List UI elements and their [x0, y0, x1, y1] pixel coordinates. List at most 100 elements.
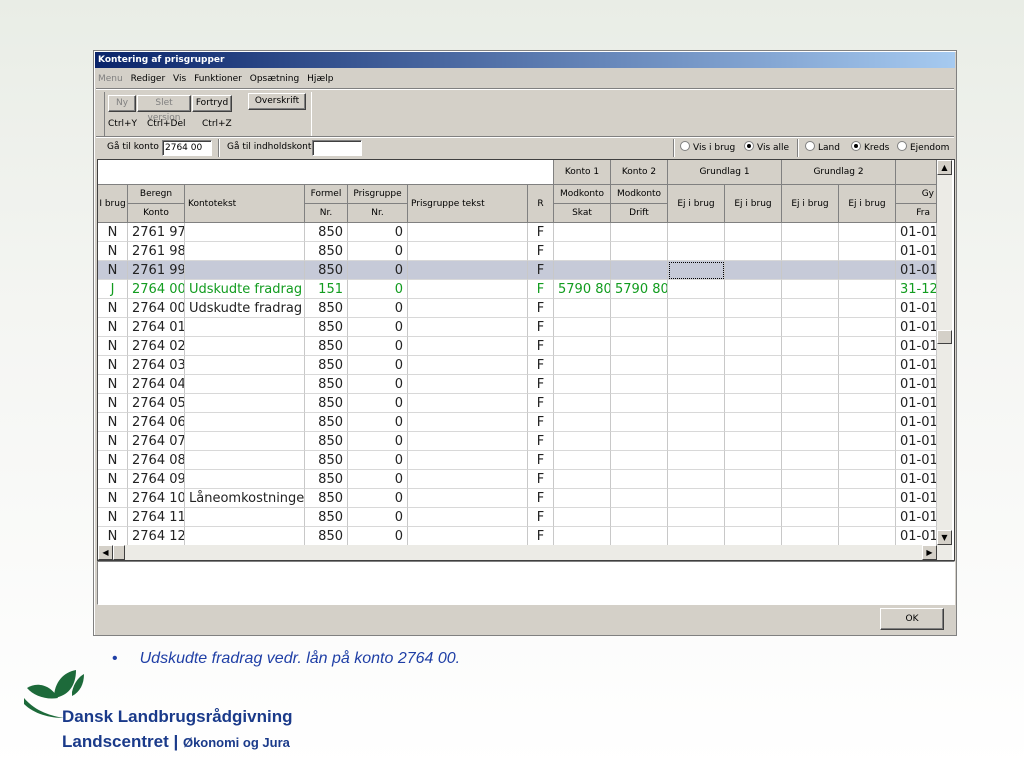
table-cell[interactable]: [839, 527, 896, 546]
table-cell[interactable]: [611, 318, 668, 337]
table-cell[interactable]: [782, 470, 839, 489]
table-cell[interactable]: 850: [305, 375, 348, 394]
table-cell[interactable]: N: [98, 242, 128, 261]
table-cell[interactable]: [185, 223, 305, 242]
fortryd-button[interactable]: Fortryd: [192, 95, 232, 112]
table-cell[interactable]: [782, 413, 839, 432]
table-cell[interactable]: [554, 451, 611, 470]
table-cell[interactable]: 2761 99: [128, 261, 185, 280]
table-cell[interactable]: 2764 02: [128, 337, 185, 356]
table-row[interactable]: N2764 10Låneomkostninger E8500 F 01-01-!: [98, 489, 937, 508]
table-cell[interactable]: N: [98, 470, 128, 489]
kontering-grid[interactable]: Konto 1 Konto 2 Grundlag 1 Grundlag 2 I …: [97, 159, 955, 561]
table-cell[interactable]: F: [528, 261, 554, 280]
horizontal-scrollbar[interactable]: ◀ ▶: [98, 545, 952, 560]
table-cell[interactable]: N: [98, 508, 128, 527]
table-cell[interactable]: 850: [305, 223, 348, 242]
table-cell[interactable]: [185, 337, 305, 356]
vis-i-brug-radio[interactable]: Vis i brug: [680, 141, 735, 155]
table-cell[interactable]: N: [98, 223, 128, 242]
table-cell[interactable]: [554, 337, 611, 356]
table-cell[interactable]: 5790 80: [611, 280, 668, 299]
table-cell[interactable]: 0: [348, 299, 408, 318]
table-cell[interactable]: [408, 318, 528, 337]
table-cell[interactable]: 01-01-!: [896, 223, 937, 242]
table-cell[interactable]: 01-01-!: [896, 299, 937, 318]
header-ej-i-brug-4[interactable]: Ej i brug: [839, 185, 896, 223]
table-cell[interactable]: [782, 394, 839, 413]
table-cell[interactable]: [782, 261, 839, 280]
table-cell[interactable]: 2764 05: [128, 394, 185, 413]
table-cell[interactable]: 01-01-!: [896, 356, 937, 375]
table-row[interactable]: N2764 12 8500 F 01-01-!: [98, 527, 937, 546]
table-cell[interactable]: 01-01-!: [896, 318, 937, 337]
goto-indhold-input[interactable]: [312, 140, 362, 156]
table-cell[interactable]: [839, 242, 896, 261]
table-cell[interactable]: [725, 413, 782, 432]
table-cell[interactable]: 0: [348, 432, 408, 451]
table-cell[interactable]: [611, 375, 668, 394]
table-cell[interactable]: [408, 432, 528, 451]
table-cell[interactable]: [408, 356, 528, 375]
table-cell[interactable]: [611, 451, 668, 470]
table-row[interactable]: N2764 04 8500 F 01-01-!: [98, 375, 937, 394]
header-ej-i-brug-1[interactable]: Ej i brug: [668, 185, 725, 223]
table-cell[interactable]: [554, 489, 611, 508]
table-cell[interactable]: [554, 356, 611, 375]
header-beregn[interactable]: Beregn: [128, 185, 185, 204]
table-cell[interactable]: [554, 413, 611, 432]
table-cell[interactable]: 850: [305, 261, 348, 280]
table-cell[interactable]: [782, 318, 839, 337]
table-cell[interactable]: 2764 07: [128, 432, 185, 451]
table-cell[interactable]: 2764 00: [128, 280, 185, 299]
scroll-right-icon[interactable]: ▶: [922, 545, 937, 560]
table-cell[interactable]: [725, 527, 782, 546]
table-cell[interactable]: [782, 337, 839, 356]
table-cell[interactable]: 0: [348, 527, 408, 546]
table-cell[interactable]: [725, 489, 782, 508]
table-cell[interactable]: [611, 242, 668, 261]
table-cell[interactable]: [408, 527, 528, 546]
table-cell[interactable]: F: [528, 432, 554, 451]
table-cell[interactable]: [725, 394, 782, 413]
table-cell[interactable]: [554, 527, 611, 546]
ejendom-radio[interactable]: Ejendom: [897, 141, 949, 155]
table-cell[interactable]: 0: [348, 280, 408, 299]
table-cell[interactable]: 5790 80: [554, 280, 611, 299]
table-cell[interactable]: N: [98, 318, 128, 337]
ok-button[interactable]: OK: [880, 608, 944, 630]
table-cell[interactable]: 850: [305, 508, 348, 527]
table-cell[interactable]: N: [98, 527, 128, 546]
table-cell[interactable]: 0: [348, 413, 408, 432]
table-cell[interactable]: [408, 242, 528, 261]
table-cell[interactable]: 0: [348, 242, 408, 261]
table-cell[interactable]: [839, 432, 896, 451]
header-skat[interactable]: Skat: [554, 204, 611, 223]
table-cell[interactable]: [185, 242, 305, 261]
header-fra[interactable]: Fra: [896, 204, 937, 223]
menu-funktioner[interactable]: Funktioner: [194, 74, 242, 84]
table-cell[interactable]: [408, 299, 528, 318]
table-cell[interactable]: [839, 394, 896, 413]
table-cell[interactable]: 0: [348, 356, 408, 375]
menu-opsaetning[interactable]: Opsætning: [250, 74, 299, 84]
table-cell[interactable]: [725, 280, 782, 299]
table-cell[interactable]: [839, 299, 896, 318]
ny-button[interactable]: Ny: [108, 95, 136, 112]
table-row[interactable]: N2764 08 8500 F 01-01-!: [98, 451, 937, 470]
table-cell[interactable]: [554, 242, 611, 261]
table-cell[interactable]: 2764 11: [128, 508, 185, 527]
table-cell[interactable]: [185, 375, 305, 394]
table-cell[interactable]: [668, 394, 725, 413]
table-row[interactable]: N2764 00Udskudte fradrag ve8500 F 01-01-!: [98, 299, 937, 318]
table-cell[interactable]: F: [528, 508, 554, 527]
table-cell[interactable]: [725, 375, 782, 394]
table-cell[interactable]: 850: [305, 299, 348, 318]
table-cell[interactable]: [839, 280, 896, 299]
table-cell[interactable]: 2764 09: [128, 470, 185, 489]
land-radio[interactable]: Land: [805, 141, 840, 155]
table-cell[interactable]: [668, 432, 725, 451]
table-cell[interactable]: [185, 318, 305, 337]
table-cell[interactable]: F: [528, 413, 554, 432]
table-cell[interactable]: 01-01-!: [896, 261, 937, 280]
